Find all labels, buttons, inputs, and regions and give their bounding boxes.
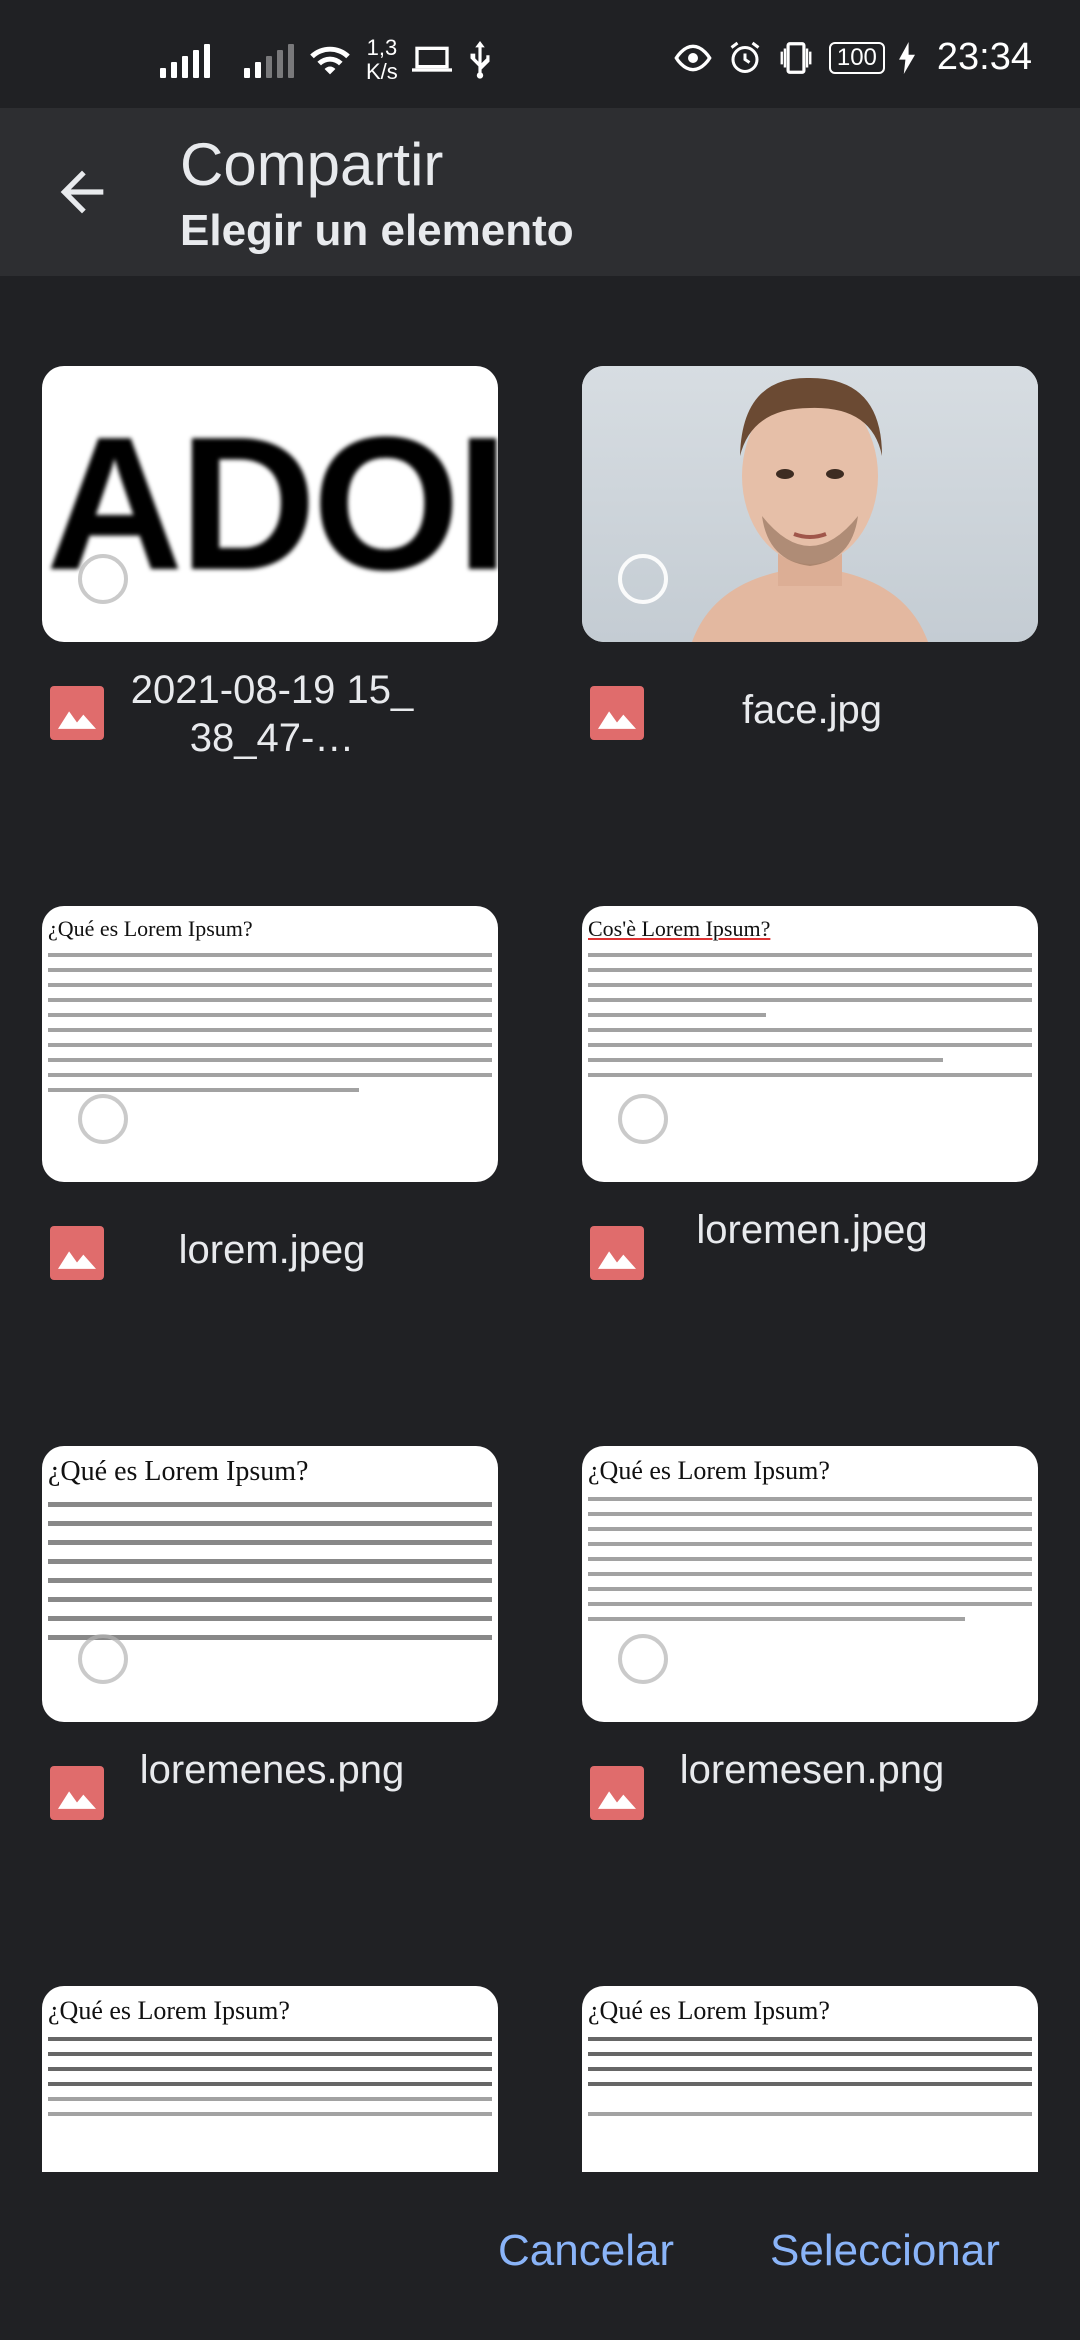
clock: 23:34 <box>936 36 1032 78</box>
bottom-action-bar: Cancelar Seleccionar <box>0 2176 1080 2340</box>
file-thumbnail: ADOI <box>42 366 498 642</box>
image-file-icon <box>50 686 104 740</box>
file-grid: ADOI 2021-08-19 15_38_47-… face.jpg ¿Qué… <box>0 276 1080 2176</box>
document-heading: ¿Qué es Lorem Ipsum? <box>588 1456 830 1485</box>
document-preview: ¿Qué es Lorem Ipsum? <box>42 1446 498 1664</box>
page-title: Compartir <box>180 131 444 198</box>
battery-indicator: 100 <box>828 41 885 74</box>
file-name: lorem.jpeg <box>178 1228 366 1272</box>
select-radio[interactable] <box>618 554 668 604</box>
document-preview: ¿Qué es Lorem Ipsum? <box>42 1986 498 2137</box>
file-name: 2021-08-19 15_38_47-… <box>130 668 414 760</box>
file-thumbnail: ¿Qué es Lorem Ipsum? <box>582 1986 1038 2172</box>
document-preview: ¿Qué es Lorem Ipsum? <box>582 1986 1038 2137</box>
file-thumbnail <box>582 366 1038 642</box>
file-thumbnail: ¿Qué es Lorem Ipsum? <box>42 1446 498 1722</box>
document-preview: ¿Qué es Lorem Ipsum? <box>582 1446 1038 1642</box>
image-file-icon <box>590 686 644 740</box>
file-thumbnail: ¿Qué es Lorem Ipsum? <box>582 1446 1038 1722</box>
file-name: loremesen.png <box>679 1748 945 1792</box>
document-heading: Cos'è Lorem Ipsum? <box>588 916 771 941</box>
select-radio[interactable] <box>618 1094 668 1144</box>
document-preview: Cos'è Lorem Ipsum? <box>582 906 1038 1098</box>
back-arrow-icon[interactable] <box>50 160 114 224</box>
document-heading: ¿Qué es Lorem Ipsum? <box>48 916 253 941</box>
select-radio[interactable] <box>78 1634 128 1684</box>
page-subtitle: Elegir un elemento <box>180 206 574 255</box>
select-button[interactable]: Seleccionar <box>770 2226 1000 2276</box>
file-thumbnail: Cos'è Lorem Ipsum? <box>582 906 1038 1182</box>
signal-icon <box>160 42 210 78</box>
document-heading: ¿Qué es Lorem Ipsum? <box>48 1456 309 1487</box>
image-file-icon <box>590 1226 644 1280</box>
signal-icon-2 <box>244 42 294 78</box>
image-file-icon <box>50 1766 104 1820</box>
vibrate-icon <box>780 41 812 74</box>
cancel-button[interactable]: Cancelar <box>498 2226 674 2276</box>
network-speed-value: 1,3 <box>366 35 398 60</box>
network-speed: 1,3 K/s <box>366 36 398 84</box>
select-radio[interactable] <box>78 554 128 604</box>
file-thumbnail: ¿Qué es Lorem Ipsum? <box>42 906 498 1182</box>
status-bar: 1,3 K/s 100 23:34 <box>0 0 1080 108</box>
file-name: loremenes.png <box>139 1748 405 1792</box>
alarm-icon <box>730 41 760 73</box>
document-heading: ¿Qué es Lorem Ipsum? <box>48 1996 290 2025</box>
document-heading: ¿Qué es Lorem Ipsum? <box>588 1996 830 2025</box>
app-bar: Compartir Elegir un elemento <box>0 108 1080 276</box>
select-radio[interactable] <box>78 1094 128 1144</box>
select-radio[interactable] <box>618 1634 668 1684</box>
file-name: loremen.jpeg <box>696 1208 928 1252</box>
file-thumbnail: ¿Qué es Lorem Ipsum? <box>42 1986 498 2172</box>
eye-icon <box>674 44 712 71</box>
image-file-icon <box>50 1226 104 1280</box>
usb-icon <box>468 41 490 79</box>
charging-icon <box>898 41 915 74</box>
laptop-icon <box>411 46 452 72</box>
file-name: face.jpg <box>741 688 883 732</box>
network-speed-unit: K/s <box>366 59 398 84</box>
document-preview: ¿Qué es Lorem Ipsum? <box>42 906 498 1113</box>
wifi-icon <box>310 46 350 75</box>
image-file-icon <box>590 1766 644 1820</box>
